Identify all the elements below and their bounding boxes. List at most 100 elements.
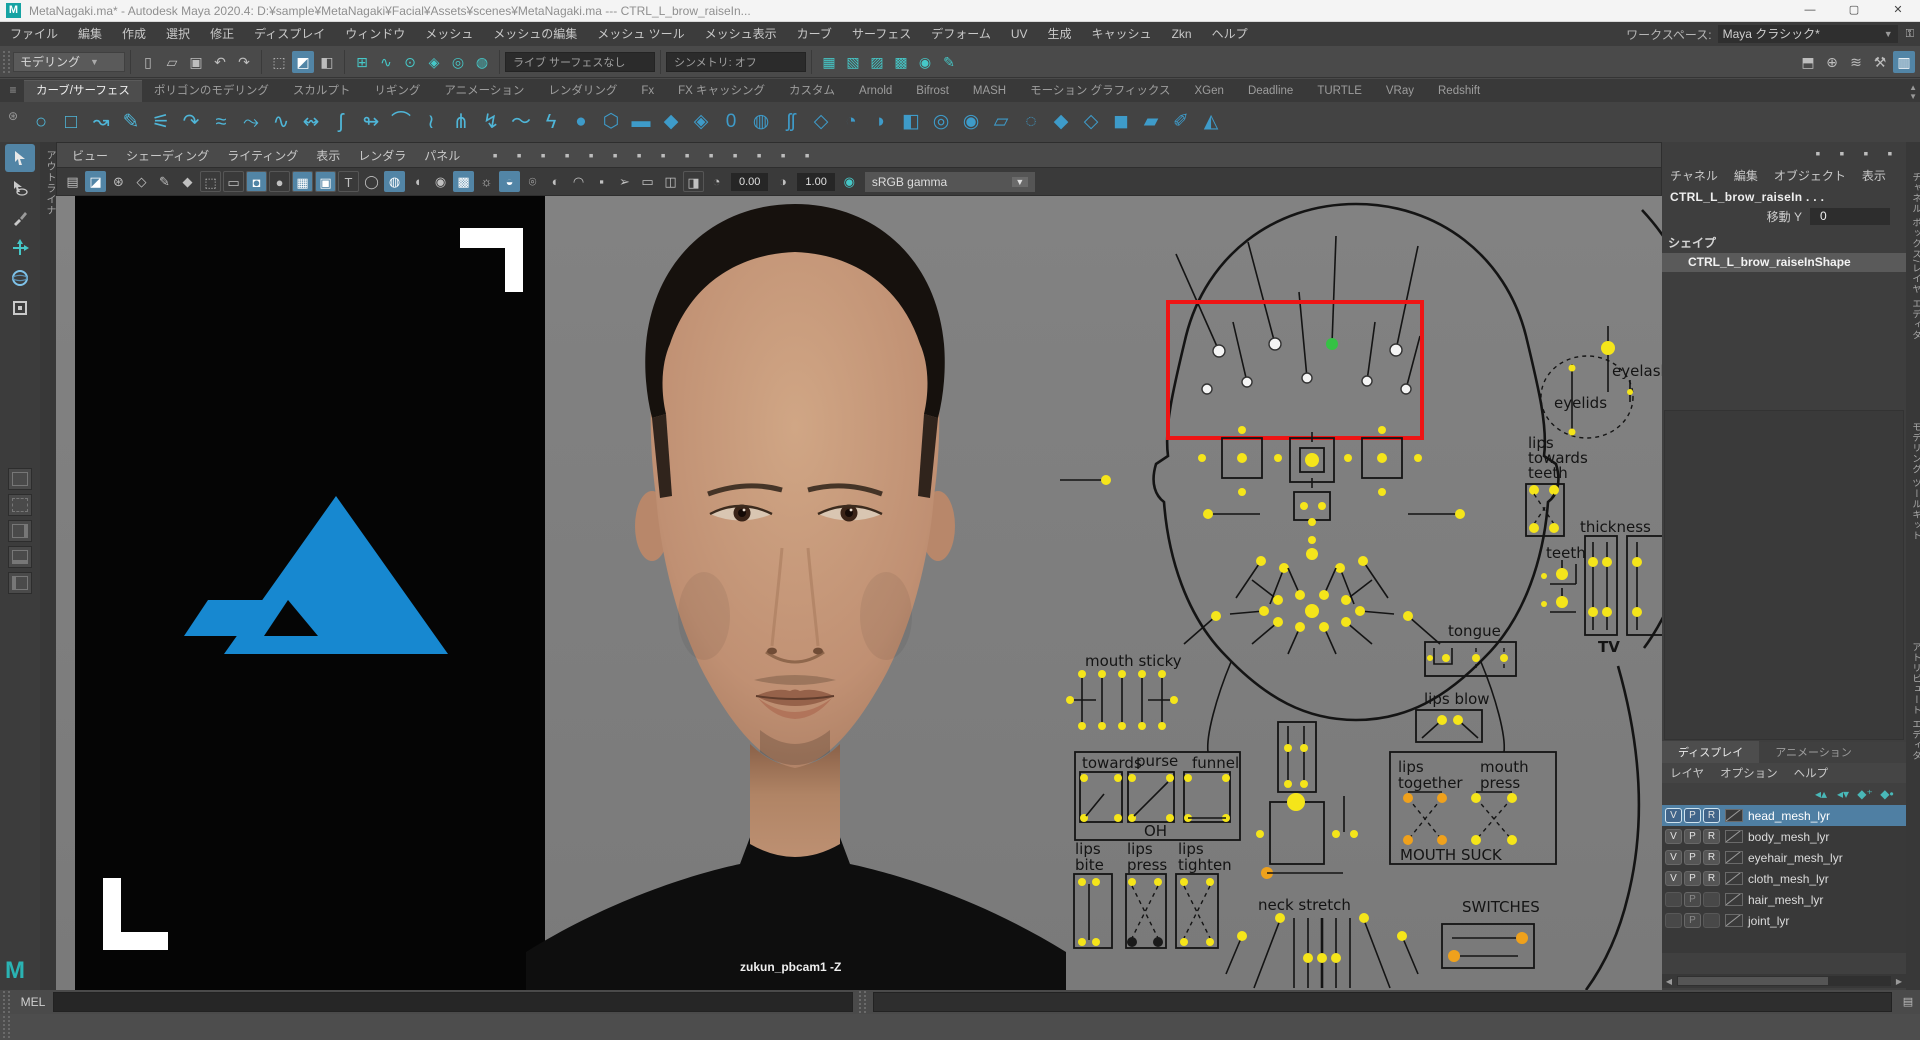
- live-surface-field[interactable]: ライブ サーフェスなし: [505, 52, 655, 72]
- menu-item-カーブ[interactable]: カーブ: [787, 22, 842, 46]
- layer-display-type-toggle[interactable]: [1703, 892, 1720, 907]
- menu-item-ファイル[interactable]: ファイル: [0, 22, 68, 46]
- camera-gear-icon[interactable]: ⊛: [108, 171, 129, 192]
- ipr-render-icon[interactable]: ▧: [842, 51, 864, 73]
- new-empty-layer-icon[interactable]: ◆⁺: [1854, 787, 1876, 801]
- list-icon[interactable]: ▪: [1879, 142, 1901, 164]
- greasepencil-icon[interactable]: ▪: [628, 144, 650, 166]
- layer-editor-menu-item-オプション[interactable]: オプション: [1712, 765, 1786, 781]
- shelf-primitive-icon[interactable]: ▰: [1136, 107, 1166, 137]
- view-transform-select[interactable]: sRGB gamma ▼: [865, 172, 1035, 192]
- scroll-right-icon[interactable]: ▶: [1892, 977, 1906, 986]
- lock-camera-icon[interactable]: ▪: [508, 144, 530, 166]
- exposure-icon[interactable]: ▪: [724, 144, 746, 166]
- layer-row-head_mesh_lyr[interactable]: VPRhead_mesh_lyr: [1662, 805, 1906, 826]
- menu-item-ディスプレイ[interactable]: ディスプレイ: [244, 22, 335, 46]
- lips-bite-press-tighten-panel[interactable]: lips bite lips press lips tighten: [1074, 840, 1232, 948]
- shelf-primitive-icon[interactable]: ◭: [1196, 107, 1226, 137]
- chart-icon[interactable]: ▪: [1855, 142, 1877, 164]
- lock-icon[interactable]: ⚿: [1906, 28, 1914, 41]
- undo-icon[interactable]: ↶: [209, 51, 231, 73]
- swatch-icon[interactable]: ▪: [591, 171, 612, 192]
- lasso-tool[interactable]: [5, 174, 35, 202]
- specular-icon[interactable]: ◐: [545, 171, 566, 192]
- minimize-button[interactable]: —: [1788, 0, 1832, 21]
- layer-playback-toggle[interactable]: P: [1684, 913, 1701, 928]
- shelf-primitive-icon[interactable]: ●: [566, 107, 596, 137]
- switches-panel[interactable]: SWITCHES: [1442, 898, 1540, 968]
- layer-editor-tab-アニメーション[interactable]: アニメーション: [1759, 741, 1868, 763]
- jaw-controls[interactable]: [1256, 722, 1358, 879]
- channel-box-menu-item-チャネル[interactable]: チャネル: [1662, 167, 1726, 184]
- image-icon[interactable]: ▣: [315, 171, 336, 192]
- oh-panel[interactable]: towards purse funnel: [1075, 752, 1240, 840]
- shelf-scroll-arrows[interactable]: ▲▼: [1909, 83, 1917, 101]
- cheek-controls[interactable]: [1060, 475, 1465, 519]
- layer-color-swatch[interactable]: [1725, 872, 1743, 885]
- save-scene-icon[interactable]: ▣: [185, 51, 207, 73]
- snap-curve-icon[interactable]: ∿: [375, 51, 397, 73]
- menu-item-編集[interactable]: 編集: [68, 22, 112, 46]
- make-live-icon[interactable]: ◍: [471, 51, 493, 73]
- layer-visibility-toggle[interactable]: V: [1665, 850, 1682, 865]
- layer-display-type-toggle[interactable]: R: [1703, 808, 1720, 823]
- attribute-value-field[interactable]: 0: [1810, 208, 1890, 225]
- shelf-primitive-icon[interactable]: ◈: [686, 107, 716, 137]
- redo-icon[interactable]: ↷: [233, 51, 255, 73]
- shelf-tab-レンダリング[interactable]: レンダリング: [536, 81, 629, 102]
- layer-row-eyehair_mesh_lyr[interactable]: VPReyehair_mesh_lyr: [1662, 847, 1906, 868]
- render-icon[interactable]: ▦: [818, 51, 840, 73]
- color-management-icon[interactable]: ◉: [839, 171, 860, 192]
- layout-persp-graph-button[interactable]: [8, 546, 32, 568]
- panel-menu-item-表示[interactable]: 表示: [307, 147, 349, 164]
- menu-item-デフォーム[interactable]: デフォーム: [921, 22, 1001, 46]
- layer-visibility-toggle[interactable]: V: [1665, 808, 1682, 823]
- menu-item-選択[interactable]: 選択: [156, 22, 200, 46]
- exposure-field[interactable]: 0.00: [731, 173, 768, 191]
- menu-item-キャッシュ[interactable]: キャッシュ: [1082, 22, 1162, 46]
- pane2-icon[interactable]: ◫: [660, 171, 681, 192]
- menu-item-メッシュ[interactable]: メッシュ: [415, 22, 483, 46]
- humanik-icon[interactable]: ⊕: [1821, 51, 1843, 73]
- drag-handle[interactable]: [3, 1016, 10, 1038]
- shelf-primitive-icon[interactable]: ⬡: [596, 107, 626, 137]
- shelf-curve-tool-icon[interactable]: ↭: [296, 107, 326, 137]
- teeth-panel[interactable]: teeth: [1541, 544, 1586, 612]
- symmetry-field[interactable]: シンメトリ: オフ: [666, 52, 806, 72]
- new-layer-from-selected-icon[interactable]: ◆•: [1876, 787, 1898, 801]
- shelf-curve-tool-icon[interactable]: ⌒: [386, 107, 416, 137]
- bookmark-icon[interactable]: ◇: [131, 171, 152, 192]
- shelf-curve-tool-icon[interactable]: ≈: [206, 107, 236, 137]
- shelf-curve-tool-icon[interactable]: ↯: [476, 107, 506, 137]
- shelf-tab-ポリゴンのモデリング[interactable]: ポリゴンのモデリング: [142, 81, 281, 102]
- layer-move-down-icon[interactable]: ◂▾: [1832, 787, 1854, 801]
- gamma-field[interactable]: 1.00: [797, 173, 834, 191]
- menu-item-生成[interactable]: 生成: [1038, 22, 1082, 46]
- joint-xray-icon[interactable]: ▪: [676, 144, 698, 166]
- menu-item-メッシュ ツール[interactable]: メッシュ ツール: [587, 22, 694, 46]
- layer-editor-tab-ディスプレイ[interactable]: ディスプレイ: [1662, 741, 1759, 763]
- shelf-curve-tool-icon[interactable]: 〜: [506, 107, 536, 137]
- modeling-toolkit-icon[interactable]: ⬒: [1797, 51, 1819, 73]
- shelf-primitive-icon[interactable]: ◉: [956, 107, 986, 137]
- select-camera-icon[interactable]: ▪: [484, 144, 506, 166]
- resolution-gate-icon[interactable]: ⬚: [200, 171, 221, 192]
- workspace-select[interactable]: Maya クラシック* ▼: [1718, 25, 1898, 43]
- shelf-curve-tool-icon[interactable]: □: [56, 107, 86, 137]
- layer-display-type-toggle[interactable]: R: [1703, 829, 1720, 844]
- select-hierarchy-icon[interactable]: ⬚: [268, 51, 290, 73]
- shelf-primitive-icon[interactable]: ◎: [926, 107, 956, 137]
- shelf-primitive-icon[interactable]: ▬: [626, 107, 656, 137]
- pen-icon[interactable]: ✎: [154, 171, 175, 192]
- menu-item-ウィンドウ[interactable]: ウィンドウ: [335, 22, 415, 46]
- script-editor-icon[interactable]: ▤: [1897, 991, 1919, 1013]
- contrast-icon[interactable]: ▪: [748, 144, 770, 166]
- arc-icon[interactable]: ◠: [568, 171, 589, 192]
- mouth-sticky-panel[interactable]: mouth sticky: [1066, 652, 1182, 730]
- shelf-primitive-icon[interactable]: ʃʃ: [776, 107, 806, 137]
- cursor-plus-icon[interactable]: ➢: [614, 171, 635, 192]
- select-tool[interactable]: [5, 144, 35, 172]
- tongue-panel[interactable]: tongue: [1425, 622, 1516, 676]
- select-component-icon[interactable]: ◧: [316, 51, 338, 73]
- tab-attribute-editor[interactable]: アトリビュート エディタ: [1908, 642, 1920, 761]
